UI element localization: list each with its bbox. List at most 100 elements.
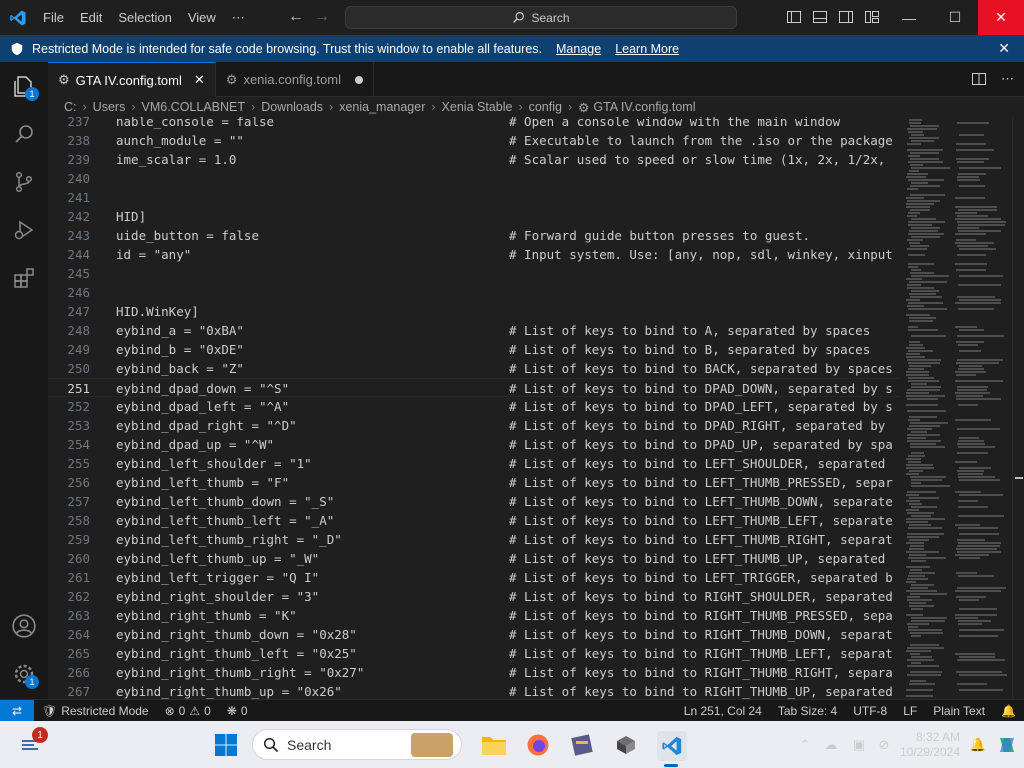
breadcrumb-item[interactable]: Users xyxy=(93,100,126,114)
unsaved-dot-icon[interactable] xyxy=(355,75,363,84)
more-actions-icon[interactable]: ⋯ xyxy=(1001,71,1014,90)
display-icon[interactable]: ▣ xyxy=(846,737,872,753)
run-debug-icon[interactable] xyxy=(0,206,48,254)
code-line[interactable]: 259 eybind_left_thumb_right = "_D" # List … xyxy=(48,530,900,549)
package-box-icon[interactable] xyxy=(612,731,640,759)
notification-bell-icon[interactable]: 🔔 xyxy=(966,737,990,753)
scrollbar-thumb[interactable] xyxy=(1015,477,1023,479)
code-line[interactable]: 266 eybind_right_thumb_right = "0x27" # Li… xyxy=(48,663,900,682)
code-line[interactable]: 241 xyxy=(48,188,900,207)
code-line[interactable]: 254 eybind_dpad_up = "^W" # List of keys t… xyxy=(48,435,900,454)
code-line[interactable]: 249 eybind_b = "0xDE" # List of keys to bi… xyxy=(48,340,900,359)
code-line[interactable]: 245 xyxy=(48,264,900,283)
code-line[interactable]: 260 eybind_left_thumb_up = "_W" # List of … xyxy=(48,549,900,568)
accounts-icon[interactable] xyxy=(0,602,48,650)
code-editor[interactable]: 237 nable_console = false # Open a console… xyxy=(48,117,900,699)
menu-edit[interactable]: Edit xyxy=(72,0,110,35)
end-of-line[interactable]: LF xyxy=(895,704,925,718)
menu-file[interactable]: File xyxy=(35,0,72,35)
chevron-up-icon[interactable]: ⌃ xyxy=(794,737,816,753)
code-line[interactable]: 255 eybind_left_shoulder = "1" # List of k… xyxy=(48,454,900,473)
back-arrow-icon[interactable]: ← xyxy=(288,8,304,26)
breadcrumb-item[interactable]: config xyxy=(529,100,562,114)
restricted-mode-status[interactable]: 🛡 Restricted Mode xyxy=(34,704,157,718)
menu-selection[interactable]: Selection xyxy=(110,0,179,35)
code-line[interactable]: 265 eybind_right_thumb_left = "0x25" # Lis… xyxy=(48,644,900,663)
code-line[interactable]: 257 eybind_left_thumb_down = "_S" # List o… xyxy=(48,492,900,511)
notifications-bell-icon[interactable]: 🔔 xyxy=(993,704,1024,718)
tab-close-icon[interactable]: ✕ xyxy=(194,72,205,88)
banner-learn-more-link[interactable]: Learn More xyxy=(615,42,679,56)
menu-more[interactable]: ⋯ xyxy=(224,0,253,35)
ports-status[interactable]: ❋ 0 xyxy=(219,704,256,718)
winrar-icon[interactable] xyxy=(568,731,596,759)
code-line[interactable]: 237 nable_console = false # Open a console… xyxy=(48,117,900,131)
code-line[interactable]: 253 eybind_dpad_right = "^D" # List of key… xyxy=(48,416,900,435)
code-line[interactable]: 238 aunch_module = "" # Executable to laun… xyxy=(48,131,900,150)
encoding[interactable]: UTF-8 xyxy=(845,704,895,718)
file-explorer-icon[interactable] xyxy=(480,731,508,759)
minimap-line xyxy=(909,320,933,322)
breadcrumb-item[interactable]: xenia_manager xyxy=(339,100,425,114)
extensions-icon[interactable] xyxy=(0,254,48,302)
code-line[interactable]: 239 ime_scalar = 1.0 # Scalar used to spee… xyxy=(48,150,900,169)
toggle-secondary-sidebar-icon[interactable] xyxy=(838,9,854,25)
code-line[interactable]: 251 eybind_dpad_down = "^S" # List of keys… xyxy=(48,378,900,397)
toggle-panel-icon[interactable] xyxy=(812,9,828,25)
firefox-icon[interactable] xyxy=(524,731,552,759)
code-line[interactable]: 240 xyxy=(48,169,900,188)
code-line[interactable]: 258 eybind_left_thumb_left = "_A" # List o… xyxy=(48,511,900,530)
code-line[interactable]: 263 eybind_right_thumb = "K" # List of key… xyxy=(48,606,900,625)
code-line[interactable]: 247 HID.WinKey] xyxy=(48,302,900,321)
banner-manage-link[interactable]: Manage xyxy=(556,42,601,56)
language-mode[interactable]: Plain Text xyxy=(925,704,993,718)
widgets-icon[interactable]: 1 xyxy=(20,727,48,757)
split-editor-icon[interactable] xyxy=(971,71,987,90)
breadcrumb-item[interactable]: Downloads xyxy=(261,100,323,114)
maximize-icon[interactable]: ☐ xyxy=(932,0,978,35)
toggle-primary-sidebar-icon[interactable] xyxy=(786,9,802,25)
code-line[interactable]: 256 eybind_left_thumb = "F" # List of keys… xyxy=(48,473,900,492)
menu-view[interactable]: View xyxy=(180,0,224,35)
code-line[interactable]: 267 eybind_right_thumb_up = "0x26" # List … xyxy=(48,682,900,699)
editor-vertical-scrollbar[interactable] xyxy=(1012,117,1024,699)
close-window-icon[interactable]: ✕ xyxy=(978,0,1024,35)
cursor-position[interactable]: Ln 251, Col 24 xyxy=(676,704,770,718)
forward-arrow-icon[interactable]: → xyxy=(314,8,330,26)
code-line[interactable]: 242 HID] xyxy=(48,207,900,226)
code-line[interactable]: 264 eybind_right_thumb_down = "0x28" # Lis… xyxy=(48,625,900,644)
breadcrumb-item[interactable]: C: xyxy=(64,100,77,114)
source-control-icon[interactable] xyxy=(0,158,48,206)
banner-close-icon[interactable]: ✕ xyxy=(998,40,1010,57)
code-line[interactable]: 262 eybind_right_shoulder = "3" # List of … xyxy=(48,587,900,606)
code-line[interactable]: 252 eybind_dpad_left = "^A" # List of keys… xyxy=(48,397,900,416)
search-view-icon[interactable] xyxy=(0,110,48,158)
remote-indicator-icon[interactable]: ⇄ xyxy=(0,699,34,722)
breadcrumb-item[interactable]: VM6.COLLABNET xyxy=(142,100,246,114)
network-offline-icon[interactable]: ☁ xyxy=(816,737,846,753)
command-center-search[interactable]: Search xyxy=(345,6,737,29)
vscode-taskbar-icon[interactable] xyxy=(657,731,687,761)
code-line[interactable]: 246 xyxy=(48,283,900,302)
explorer-icon[interactable]: 1 xyxy=(0,62,48,110)
code-line[interactable]: 248 eybind_a = "0xBA" # List of keys to bi… xyxy=(48,321,900,340)
code-line[interactable]: 244 id = "any" # Input system. Use: [any, … xyxy=(48,245,900,264)
tab-xenia-config[interactable]: ⚙ xenia.config.toml xyxy=(216,62,374,97)
manage-gear-icon[interactable]: 1 xyxy=(0,650,48,698)
minimize-icon[interactable]: — xyxy=(886,0,932,35)
code-line[interactable]: 243 uide_button = false # Forward guide bu… xyxy=(48,226,900,245)
tab-size[interactable]: Tab Size: 4 xyxy=(770,704,845,718)
problems-status[interactable]: ⊗ 0 ⚠ 0 xyxy=(157,704,219,718)
code-line[interactable]: 261 eybind_left_trigger = "Q I" # List of … xyxy=(48,568,900,587)
start-windows-icon[interactable] xyxy=(212,731,240,759)
clock[interactable]: 8:32 AM 10/29/2024 xyxy=(896,730,960,760)
tab-gta-iv-config[interactable]: ⚙ GTA IV.config.toml ✕ xyxy=(48,62,216,97)
taskbar-search[interactable]: Search xyxy=(252,729,462,760)
code-line[interactable]: 250 eybind_back = "Z" # List of keys to bi… xyxy=(48,359,900,378)
breadcrumb-item[interactable]: Xenia Stable xyxy=(442,100,513,114)
copilot-icon[interactable] xyxy=(990,733,1024,757)
minimap[interactable] xyxy=(900,117,1010,699)
volume-muted-icon[interactable]: ⊘ xyxy=(872,737,896,753)
customize-layout-icon[interactable] xyxy=(864,9,880,25)
breadcrumb-item[interactable]: GTA IV.config.toml xyxy=(593,100,695,114)
